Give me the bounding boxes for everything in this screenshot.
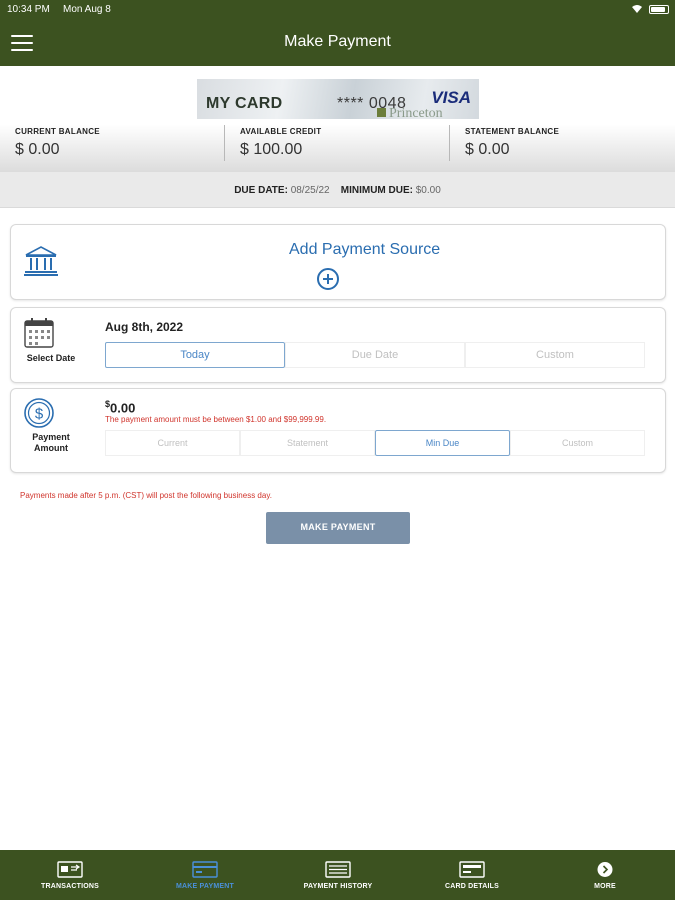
divider: [224, 125, 225, 161]
select-date-label: Select Date: [26, 353, 76, 363]
more-icon: [597, 862, 613, 877]
payment-source-panel: Add Payment Source: [10, 224, 666, 300]
transactions-icon: [57, 861, 83, 878]
card-name: MY CARD: [206, 95, 283, 112]
nav-more[interactable]: MORE: [535, 850, 675, 900]
status-date: Mon Aug 8: [63, 4, 111, 15]
wifi-icon: [632, 5, 642, 13]
date-option-due-date[interactable]: Due Date: [285, 342, 465, 368]
make-payment-button[interactable]: MAKE PAYMENT: [266, 512, 410, 544]
bottom-nav: TRANSACTIONS MAKE PAYMENT PAYMENT HISTOR…: [0, 850, 675, 900]
card-image: MY CARD **** 0048 VISA Princeton: [197, 79, 479, 119]
bank-logo-mark: [377, 108, 386, 117]
date-option-today[interactable]: Today: [105, 342, 285, 368]
amount-number: 0.00: [110, 400, 136, 416]
minimum-due-label: MINIMUM DUE:: [340, 185, 413, 196]
cutoff-notice: Payments made after 5 p.m. (CST) will po…: [20, 491, 272, 500]
add-circle-icon[interactable]: [317, 268, 339, 290]
nav-make-payment[interactable]: MAKE PAYMENT: [135, 850, 275, 900]
payment-amount-panel: $ Payment Amount $0.00 The payment amoun…: [10, 388, 666, 473]
card-details-icon: [459, 861, 485, 878]
amount-option-custom[interactable]: Custom: [510, 430, 645, 456]
status-bar: 10:34 PM Mon Aug 8: [0, 0, 675, 20]
page-title: Make Payment: [284, 33, 391, 50]
bank-icon: [24, 246, 58, 276]
payment-amount-label: Payment Amount: [17, 432, 85, 454]
select-date-panel: Select Date Aug 8th, 2022 Today Due Date…: [10, 307, 666, 383]
amount-error-message: The payment amount must be between $1.00…: [105, 415, 327, 424]
nav-make-payment-label: MAKE PAYMENT: [175, 883, 235, 890]
available-credit-value: $ 100.00: [240, 141, 303, 158]
payment-history-icon: [325, 861, 351, 878]
statement-balance: STATEMENT BALANCE $ 0.00: [465, 127, 665, 163]
current-balance-label: CURRENT BALANCE: [15, 127, 100, 136]
minimum-due-value: $0.00: [415, 185, 441, 196]
payment-amount-value[interactable]: $0.00: [105, 399, 135, 415]
available-credit-label: AVAILABLE CREDIT: [240, 127, 322, 136]
amount-option-statement[interactable]: Statement: [240, 430, 375, 456]
due-date-label: DUE DATE:: [234, 185, 288, 196]
dollar-icon: $: [24, 398, 54, 428]
statement-balance-label: STATEMENT BALANCE: [465, 127, 560, 136]
nav-card-details[interactable]: CARD DETAILS: [402, 850, 542, 900]
current-balance-value: $ 0.00: [15, 141, 60, 158]
nav-more-label: MORE: [594, 883, 616, 890]
bank-name: Princeton: [389, 106, 443, 119]
nav-card-details-label: CARD DETAILS: [445, 883, 499, 890]
add-payment-source-link[interactable]: Add Payment Source: [289, 241, 440, 259]
svg-text:$: $: [35, 406, 44, 423]
battery-icon: [649, 5, 669, 14]
available-credit: AVAILABLE CREDIT $ 100.00: [240, 127, 440, 163]
nav-payment-history[interactable]: PAYMENT HISTORY: [268, 850, 408, 900]
app-header: Make Payment: [0, 20, 675, 66]
current-balance: CURRENT BALANCE $ 0.00: [15, 127, 215, 163]
nav-payment-history-label: PAYMENT HISTORY: [303, 883, 373, 890]
card-brand-logo: VISA: [431, 88, 471, 107]
nav-transactions-label: TRANSACTIONS: [40, 883, 99, 890]
app-root: 10:34 PM Mon Aug 8 Make Payment MY CARD …: [0, 0, 675, 900]
amount-option-min-due[interactable]: Min Due: [375, 430, 510, 456]
account-summary: MY CARD **** 0048 VISA Princeton CURRENT…: [0, 66, 675, 172]
statement-balance-value: $ 0.00: [465, 141, 510, 158]
make-payment-icon: [192, 861, 218, 878]
amount-option-current[interactable]: Current: [105, 430, 240, 456]
divider: [449, 125, 450, 161]
payment-amount-label-line1: Payment: [32, 432, 70, 442]
status-time: 10:34 PM: [7, 4, 50, 15]
nav-transactions[interactable]: TRANSACTIONS: [0, 850, 140, 900]
calendar-icon: [24, 318, 54, 348]
due-date-value: 08/25/22: [290, 185, 330, 196]
due-info-bar: DUE DATE: 08/25/22 MINIMUM DUE: $0.00: [0, 172, 675, 208]
date-option-custom[interactable]: Custom: [465, 342, 645, 368]
payment-amount-label-line2: Amount: [34, 443, 68, 453]
selected-date-value: Aug 8th, 2022: [105, 320, 184, 334]
